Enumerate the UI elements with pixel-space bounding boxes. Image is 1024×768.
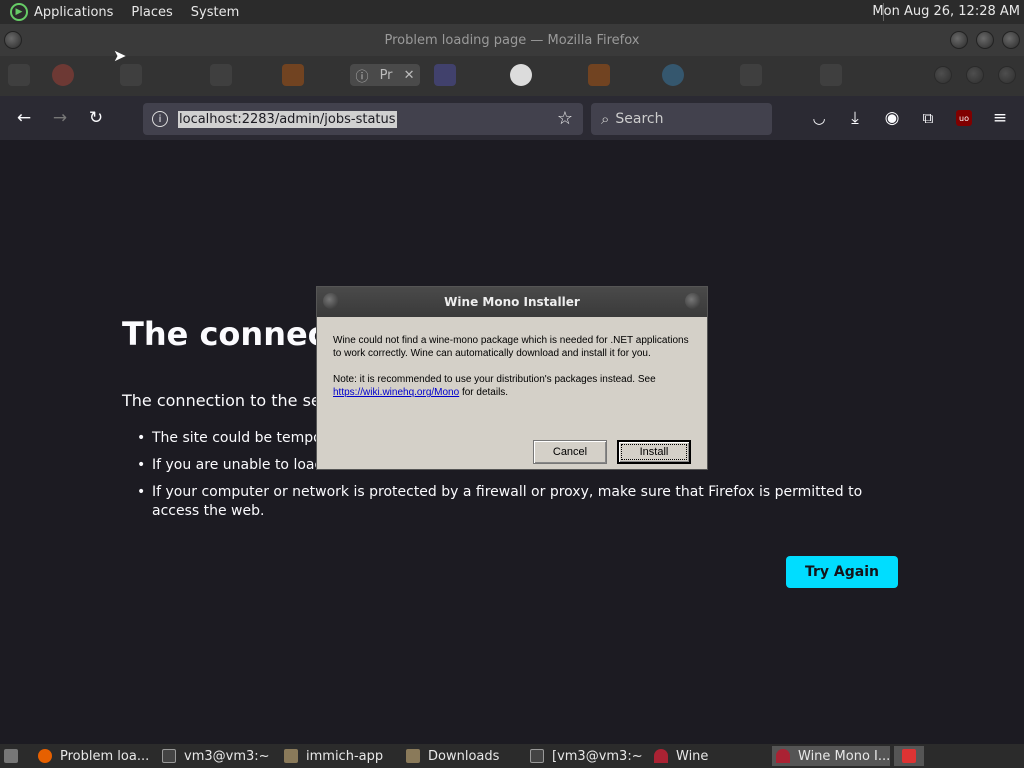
wine-mono-dialog: Wine Mono Installer Wine could not find … bbox=[316, 286, 708, 470]
taskbar-item-firefox[interactable]: Problem loa... bbox=[38, 746, 154, 766]
taskbar-item-label: [vm3@vm3:~] bbox=[552, 748, 642, 764]
bookmark-star-icon[interactable]: ☆ bbox=[557, 108, 573, 129]
dialog-note-suffix: for details. bbox=[461, 387, 509, 398]
dialog-title: Wine Mono Installer bbox=[444, 295, 580, 309]
menu-applications[interactable]: Applications bbox=[34, 5, 113, 20]
taskbar-item-terminal[interactable]: vm3@vm3:~ bbox=[162, 746, 272, 766]
tab-10[interactable] bbox=[662, 64, 684, 86]
tab-overflow-icon[interactable] bbox=[934, 66, 952, 84]
close-window-icon[interactable] bbox=[1002, 31, 1020, 49]
tab-strip: ⓘ Pr ✕ bbox=[0, 56, 1024, 96]
terminal-icon bbox=[530, 749, 544, 763]
taskbar: Problem loa... vm3@vm3:~ immich-app Down… bbox=[0, 744, 1024, 768]
tab-9[interactable] bbox=[588, 64, 610, 86]
error-description: The connection to the ser bbox=[122, 391, 328, 410]
search-icon: ⌕ bbox=[601, 110, 610, 128]
window-menu-icon[interactable] bbox=[4, 31, 22, 49]
tab-list-icon[interactable] bbox=[966, 66, 984, 84]
taskbar-item-wine[interactable]: Wine bbox=[654, 746, 764, 766]
workspace-icon bbox=[902, 749, 916, 763]
menu-places[interactable]: Places bbox=[131, 5, 172, 20]
window-title: Problem loading page — Mozilla Firefox bbox=[384, 32, 640, 48]
cancel-button[interactable]: Cancel bbox=[533, 440, 607, 464]
try-again-button[interactable]: Try Again bbox=[786, 556, 898, 588]
folder-icon bbox=[284, 749, 298, 763]
show-desktop-icon[interactable] bbox=[4, 746, 24, 766]
taskbar-item-label: vm3@vm3:~ bbox=[184, 748, 270, 764]
wine-glass-icon bbox=[776, 749, 790, 763]
wine-glass-icon bbox=[654, 749, 668, 763]
url-text[interactable]: localhost:2283/admin/jobs-status bbox=[178, 110, 397, 128]
taskbar-item-label: Wine bbox=[676, 748, 709, 764]
hamburger-menu-icon[interactable]: ≡ bbox=[988, 106, 1012, 130]
dialog-titlebar[interactable]: Wine Mono Installer bbox=[317, 287, 707, 317]
taskbar-item-label: Downloads bbox=[428, 748, 500, 764]
dialog-close-icon[interactable] bbox=[685, 293, 701, 309]
tab-active[interactable]: ⓘ Pr ✕ bbox=[350, 64, 420, 86]
tab-3[interactable] bbox=[120, 64, 142, 86]
downloads-icon[interactable]: ⤓ bbox=[843, 106, 867, 130]
taskbar-item-terminal-2[interactable]: [vm3@vm3:~] bbox=[530, 746, 642, 766]
terminal-icon bbox=[162, 749, 176, 763]
maximize-icon[interactable] bbox=[976, 31, 994, 49]
firefox-icon bbox=[38, 749, 52, 763]
tab-extra-icon[interactable] bbox=[998, 66, 1016, 84]
suggestion-item: If your computer or network is protected… bbox=[137, 483, 907, 521]
taskbar-item-label: immich-app bbox=[306, 748, 384, 764]
forward-icon[interactable]: → bbox=[48, 106, 72, 130]
search-input[interactable]: ⌕ Search bbox=[591, 103, 772, 135]
taskbar-item-downloads[interactable]: Downloads bbox=[406, 746, 518, 766]
tab-google[interactable] bbox=[52, 64, 74, 86]
tab-active-label: Pr bbox=[379, 67, 393, 83]
reload-icon[interactable]: ↻ bbox=[84, 106, 108, 130]
tab-github[interactable] bbox=[510, 64, 532, 86]
taskbar-item-label: Problem loa... bbox=[60, 748, 150, 764]
top-panel: ▶ Applications Places System Mon Aug 26,… bbox=[0, 0, 1024, 24]
window-titlebar[interactable]: Problem loading page — Mozilla Firefox bbox=[0, 24, 1024, 56]
url-bar[interactable]: i localhost:2283/admin/jobs-status ☆ bbox=[143, 103, 583, 135]
taskbar-item-wine-mono[interactable]: Wine Mono I... bbox=[772, 746, 890, 766]
applications-logo-icon[interactable]: ▶ bbox=[10, 3, 28, 21]
folder-icon bbox=[406, 749, 420, 763]
taskbar-item-label: Wine Mono I... bbox=[798, 748, 890, 764]
site-info-icon[interactable]: i bbox=[152, 111, 168, 127]
ublock-icon[interactable]: uo bbox=[952, 106, 976, 130]
menu-system[interactable]: System bbox=[191, 5, 239, 20]
search-placeholder: Search bbox=[615, 111, 664, 127]
install-button[interactable]: Install bbox=[617, 440, 691, 464]
dialog-menu-icon[interactable] bbox=[323, 293, 339, 309]
dialog-message: Wine could not find a wine-mono package … bbox=[333, 335, 689, 359]
clock[interactable]: Mon Aug 26, 12:28 AM bbox=[872, 4, 1020, 19]
pocket-icon[interactable]: ◡ bbox=[807, 106, 831, 130]
tab-1[interactable] bbox=[8, 64, 30, 86]
info-icon: ⓘ bbox=[355, 69, 369, 85]
mouse-cursor-icon: ➤ bbox=[113, 46, 127, 65]
account-icon[interactable]: ◉ bbox=[880, 106, 904, 130]
nav-bar: ← → ↻ i localhost:2283/admin/jobs-status… bbox=[0, 96, 1024, 140]
workspace-switcher[interactable] bbox=[894, 746, 924, 766]
dialog-note: Note: it is recommended to use your dist… bbox=[333, 373, 693, 399]
tab-7[interactable] bbox=[434, 64, 456, 86]
extensions-icon[interactable]: ⧉ bbox=[916, 106, 940, 130]
winehq-mono-link[interactable]: https://wiki.winehq.org/Mono bbox=[333, 387, 459, 398]
dialog-body: Wine could not find a wine-mono package … bbox=[333, 334, 693, 412]
back-icon[interactable]: ← bbox=[12, 106, 36, 130]
dialog-note-prefix: Note: it is recommended to use your dist… bbox=[333, 374, 656, 385]
tab-5[interactable] bbox=[282, 64, 304, 86]
tab-4[interactable] bbox=[210, 64, 232, 86]
tab-close-icon[interactable]: ✕ bbox=[404, 68, 415, 83]
minimize-icon[interactable] bbox=[950, 31, 968, 49]
tab-12[interactable] bbox=[820, 64, 842, 86]
tab-11[interactable] bbox=[740, 64, 762, 86]
taskbar-item-immich-app[interactable]: immich-app bbox=[284, 746, 394, 766]
